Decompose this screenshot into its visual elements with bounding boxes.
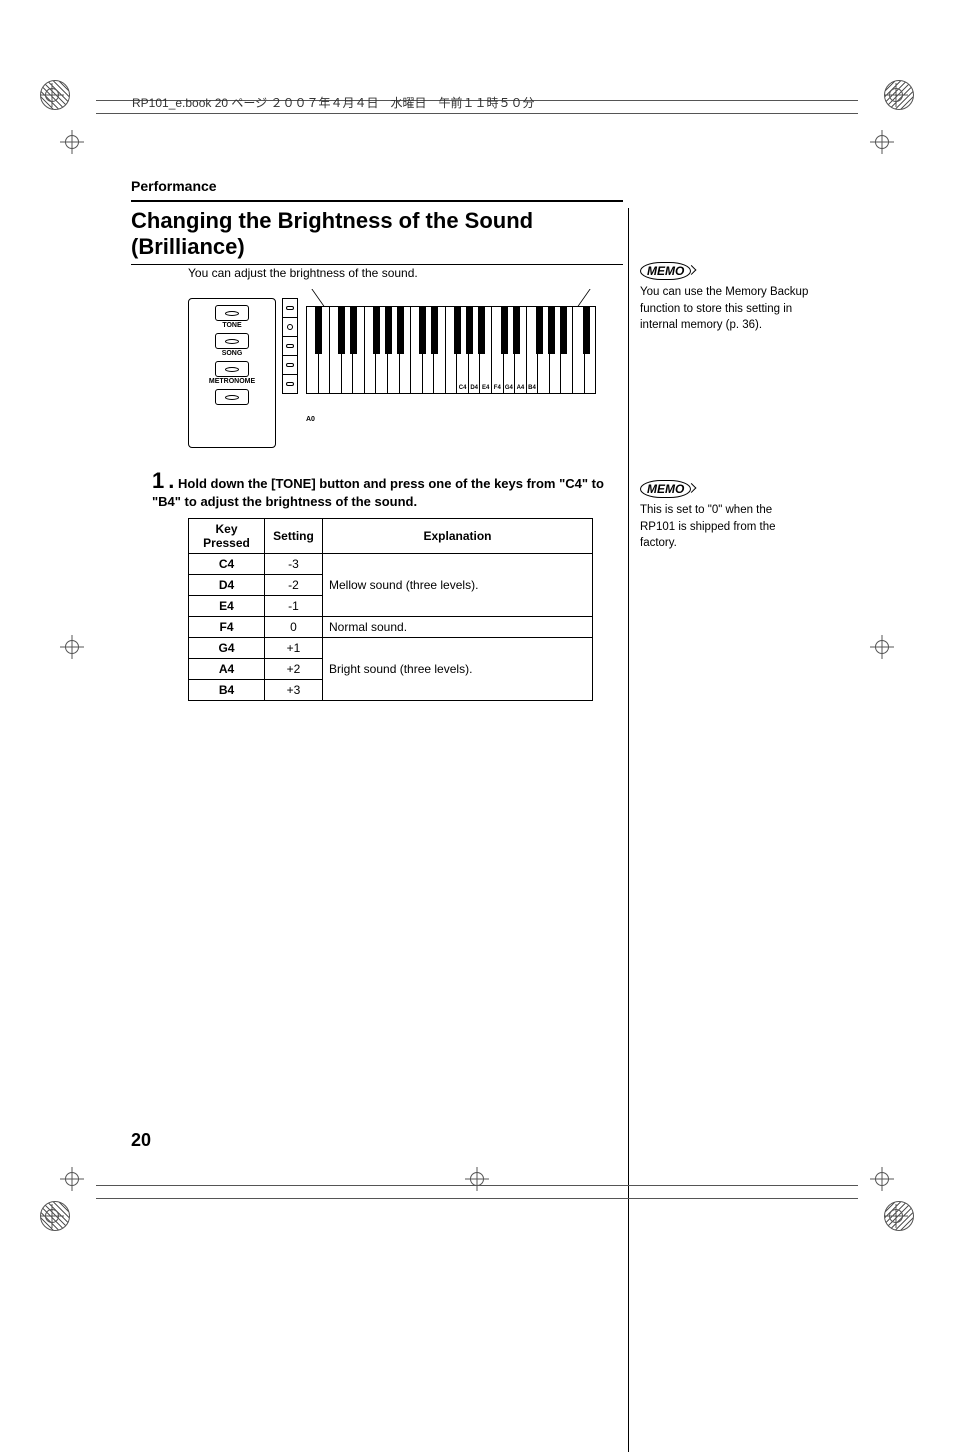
- key-label: E4: [482, 385, 489, 391]
- registration-mark: [870, 635, 894, 659]
- sidebar-divider: [628, 208, 629, 1452]
- panel-box: TONE SONG METRONOME: [188, 298, 276, 448]
- memo-2: MEMO This is set to "0" when the RP101 i…: [640, 480, 810, 552]
- cell-key: B4: [189, 680, 265, 701]
- song-button-icon: [215, 333, 249, 349]
- song-label: SONG: [222, 350, 243, 357]
- cell-setting: -3: [265, 554, 323, 575]
- registration-mark: [60, 1167, 84, 1191]
- cell-exp-mellow: Mellow sound (three levels).: [323, 554, 593, 617]
- registration-mark: [870, 130, 894, 154]
- intro-text: You can adjust the brightness of the sou…: [188, 266, 418, 280]
- table-row: C4 -3 Mellow sound (three levels).: [189, 554, 593, 575]
- step-text: Hold down the [TONE] button and press on…: [152, 476, 604, 509]
- settings-table: Key Pressed Setting Explanation C4 -3 Me…: [188, 518, 593, 701]
- cell-setting: -1: [265, 596, 323, 617]
- cell-exp-bright: Bright sound (three levels).: [323, 638, 593, 701]
- step-dot: .: [168, 468, 174, 493]
- memo-icon: MEMO: [640, 480, 691, 498]
- rec-stack: [282, 298, 298, 394]
- print-corner-tl: [40, 80, 70, 110]
- black-keys: [307, 307, 595, 354]
- cell-setting: +2: [265, 659, 323, 680]
- extra-button-unit: [215, 389, 249, 405]
- step-1: 1. Hold down the [TONE] button and press…: [152, 468, 622, 509]
- metronome-button-icon: [215, 361, 249, 377]
- cell-setting: -2: [265, 575, 323, 596]
- col-key: Key Pressed: [189, 519, 265, 554]
- page-title-bar: Changing the Brightness of the Sound (Br…: [131, 200, 623, 265]
- key-label: F4: [494, 385, 501, 391]
- cell-key: D4: [189, 575, 265, 596]
- cell-setting: +3: [265, 680, 323, 701]
- print-corner-tr: [884, 80, 914, 110]
- memo-2-text: This is set to "0" when the RP101 is shi…: [640, 502, 810, 552]
- diagram: TONE SONG METRONOME C4 D4 E4 F4: [188, 286, 598, 448]
- keyboard-diagram: C4 D4 E4 F4 G4 A4 B4: [306, 306, 596, 394]
- header-crumb: RP101_e.book 20 ページ ２００７年４月４日 水曜日 午前１１時５…: [132, 94, 535, 111]
- col-explanation: Explanation: [323, 519, 593, 554]
- table-row: G4 +1 Bright sound (three levels).: [189, 638, 593, 659]
- metronome-button-unit: METRONOME: [209, 361, 255, 385]
- key-label: D4: [470, 385, 478, 391]
- table-header-row: Key Pressed Setting Explanation: [189, 519, 593, 554]
- registration-mark: [870, 1167, 894, 1191]
- print-corner-br: [884, 1201, 914, 1231]
- memo-1: MEMO You can use the Memory Backup funct…: [640, 262, 810, 334]
- tone-button-unit: TONE: [215, 305, 249, 329]
- memo-icon: MEMO: [640, 262, 691, 280]
- song-button-unit: SONG: [215, 333, 249, 357]
- col-setting: Setting: [265, 519, 323, 554]
- cell-key: E4: [189, 596, 265, 617]
- registration-mark: [60, 130, 84, 154]
- key-label: A4: [517, 385, 525, 391]
- tone-label: TONE: [222, 322, 241, 329]
- a0-label: A0: [306, 416, 315, 423]
- page-title: Changing the Brightness of the Sound (Br…: [131, 208, 623, 260]
- section-label: Performance: [131, 178, 217, 194]
- sidebar: MEMO You can use the Memory Backup funct…: [640, 200, 810, 552]
- cell-key: F4: [189, 617, 265, 638]
- cell-exp-normal: Normal sound.: [323, 617, 593, 638]
- table-row: F4 0 Normal sound.: [189, 617, 593, 638]
- cell-key: G4: [189, 638, 265, 659]
- cell-setting: +1: [265, 638, 323, 659]
- cell-key: C4: [189, 554, 265, 575]
- cell-key: A4: [189, 659, 265, 680]
- tone-button-icon: [215, 305, 249, 321]
- step-number: 1: [152, 468, 164, 494]
- page-number: 20: [131, 1130, 151, 1151]
- key-label: G4: [505, 385, 513, 391]
- registration-mark: [60, 635, 84, 659]
- extra-button-icon: [215, 389, 249, 405]
- key-label: B4: [528, 385, 536, 391]
- memo-1-text: You can use the Memory Backup function t…: [640, 284, 810, 334]
- cell-setting: 0: [265, 617, 323, 638]
- metronome-label: METRONOME: [209, 378, 255, 385]
- print-corner-bl: [40, 1201, 70, 1231]
- footer-rule: [96, 1185, 858, 1199]
- key-label: C4: [459, 385, 467, 391]
